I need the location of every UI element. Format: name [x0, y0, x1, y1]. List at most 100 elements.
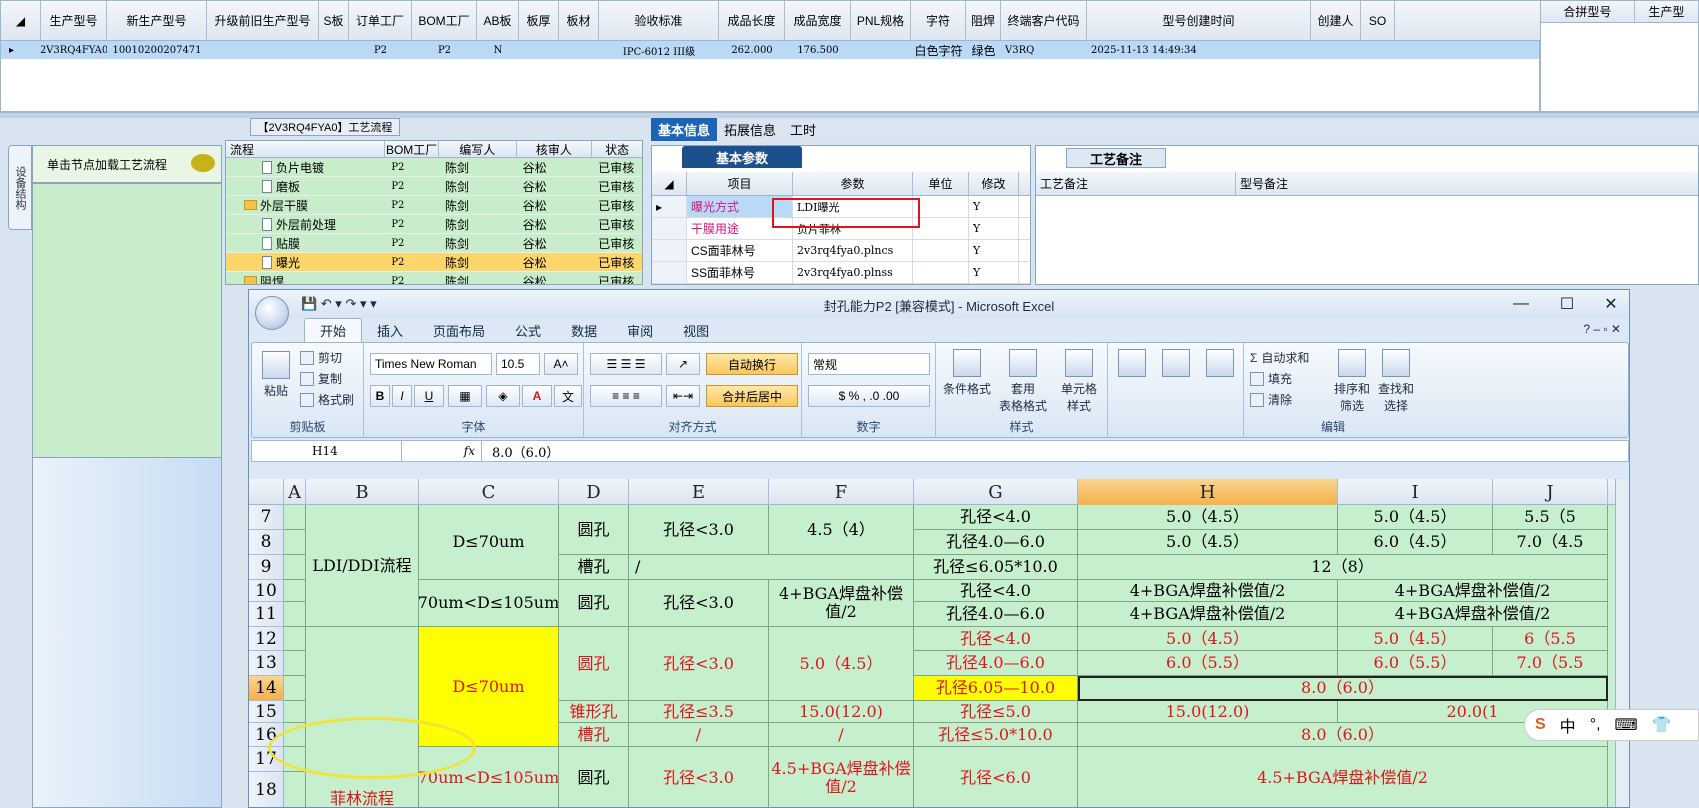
keyboard-icon[interactable]: ⌨: [1615, 715, 1638, 735]
load-flow-hint[interactable]: 单击节点加载工艺流程: [32, 145, 222, 183]
param-unit[interactable]: [913, 262, 969, 283]
formula-input[interactable]: 8.0（6.0）: [482, 442, 559, 461]
param-item[interactable]: SS面菲林号: [687, 262, 793, 283]
sheet-cell[interactable]: [284, 530, 306, 555]
sheet-cell[interactable]: 孔径<6.0: [914, 747, 1078, 807]
cell[interactable]: [207, 41, 319, 59]
help-icon[interactable]: ? – ▫ ✕: [1583, 322, 1621, 336]
cell[interactable]: P2: [349, 41, 412, 59]
cell[interactable]: 白色字符: [911, 41, 966, 59]
clear-button[interactable]: 清除: [1250, 391, 1292, 408]
sort-filter-button[interactable]: 排序和 筛选: [1332, 349, 1372, 414]
cell[interactable]: N: [477, 41, 519, 59]
sheet-cell[interactable]: 5.5（5: [1493, 505, 1608, 530]
tab-work-hours[interactable]: 工时: [783, 118, 823, 141]
fill-color-button[interactable]: ◈: [486, 385, 520, 407]
col-header[interactable]: 成品长度: [719, 1, 785, 40]
fill-button[interactable]: 填充: [1250, 370, 1292, 387]
model-grid-row[interactable]: ▸ 2V3RQ4FYA0 10010200207471 P2 P2 N IPC-…: [1, 41, 1539, 59]
cell[interactable]: [851, 41, 911, 59]
param-value[interactable]: 2v3rq4fya0.plncs: [793, 240, 913, 261]
sheet-cell[interactable]: 槽孔: [559, 723, 629, 747]
wrap-text-button[interactable]: 自动换行: [706, 353, 798, 375]
param-edit[interactable]: Y: [969, 240, 1019, 261]
row-header[interactable]: 8: [249, 530, 284, 555]
column-header-h[interactable]: H: [1078, 479, 1338, 505]
cell-styles-button[interactable]: 单元格 样式: [1052, 349, 1106, 414]
ime-punct-toggle[interactable]: °,: [1590, 716, 1601, 734]
column-header-a[interactable]: A: [284, 479, 306, 505]
cell[interactable]: 绿色: [966, 41, 1001, 59]
sheet-cell[interactable]: 槽孔: [559, 555, 629, 580]
tab-basic-info[interactable]: 基本信息: [651, 118, 718, 141]
col-header[interactable]: BOM工厂: [412, 1, 477, 40]
ribbon-tab-formulas[interactable]: 公式: [500, 318, 556, 342]
sheet-cell[interactable]: 12（8）: [1078, 555, 1608, 580]
column-header-f[interactable]: F: [769, 479, 914, 505]
sheet-cell[interactable]: 孔径<3.0: [629, 580, 769, 627]
cell[interactable]: IPC-6012 III级: [599, 41, 719, 59]
sheet-cell[interactable]: 4+BGA焊盘补偿值/2: [1338, 580, 1608, 602]
column-header-i[interactable]: I: [1338, 479, 1493, 505]
find-select-button[interactable]: 查找和 选择: [1376, 349, 1416, 414]
param-edit[interactable]: Y: [969, 196, 1019, 217]
sheet-cell[interactable]: 孔径≤3.5: [629, 701, 769, 723]
indent-buttons[interactable]: ⇤⇥: [666, 385, 700, 407]
minimize-icon[interactable]: —: [1507, 293, 1535, 315]
sheet-cell[interactable]: 孔径6.05—10.0: [914, 676, 1078, 701]
sheet-cell[interactable]: 孔径<4.0: [914, 505, 1078, 530]
sheet-cell[interactable]: [284, 555, 306, 580]
sheet-cell[interactable]: 孔径<3.0: [629, 747, 769, 807]
sheet-cell[interactable]: [284, 505, 306, 530]
sheet-cell[interactable]: 圆孔: [559, 505, 629, 555]
ribbon-tab-review[interactable]: 审阅: [612, 318, 668, 342]
param-item[interactable]: CS面菲林号: [687, 240, 793, 261]
sheet-cell[interactable]: 孔径4.0—6.0: [914, 602, 1078, 627]
name-box[interactable]: H14: [252, 441, 402, 461]
row-header[interactable]: 15: [249, 701, 284, 723]
column-header-g[interactable]: G: [914, 479, 1078, 505]
col-header[interactable]: 字符: [911, 1, 966, 40]
sheet-cell[interactable]: 6（5.5: [1493, 627, 1608, 651]
number-format-buttons[interactable]: $ % , .0 .00: [808, 385, 930, 407]
cell[interactable]: 2V3RQ4FYA0: [41, 41, 107, 59]
flow-row[interactable]: 磨板 P2 陈剑 谷松 已审核: [226, 177, 642, 196]
basic-params-title[interactable]: 基本参数: [682, 146, 802, 168]
sheet-cell[interactable]: 5.0（4.5）: [1078, 530, 1338, 555]
col-header[interactable]: 合拼型号: [1541, 1, 1635, 22]
flow-row[interactable]: 阻焊 P2 陈剑 谷松 已审核: [226, 272, 642, 284]
flow-row[interactable]: 外层前处理 P2 陈剑 谷松 已审核: [226, 215, 642, 234]
autosum-button[interactable]: Σ 自动求和: [1250, 349, 1309, 366]
font-grow-button[interactable]: A˄: [544, 353, 578, 375]
column-header-b[interactable]: B: [306, 479, 419, 505]
horizontal-align-buttons[interactable]: ≡ ≡ ≡: [590, 385, 662, 407]
sheet-cell[interactable]: /: [629, 723, 769, 747]
param-row[interactable]: CS面菲林号 2v3rq4fya0.plncs Y: [652, 240, 1030, 262]
grid-corner[interactable]: ◢: [652, 172, 687, 195]
cell[interactable]: [1361, 41, 1395, 59]
col-header[interactable]: 核审人: [517, 141, 593, 157]
cell[interactable]: 2025-11-13 14:49:34: [1087, 41, 1311, 59]
conditional-format-button[interactable]: 条件格式: [940, 349, 994, 397]
cell[interactable]: 10010200207471: [107, 41, 207, 59]
param-row[interactable]: SS面菲林号 2v3rq4fya0.plnss Y: [652, 262, 1030, 284]
cell[interactable]: [519, 41, 559, 59]
sheet-cell[interactable]: 孔径≤6.05*10.0: [914, 555, 1078, 580]
sheet-cell[interactable]: 4.5+BGA焊盘补偿值/2: [1078, 747, 1608, 807]
param-edit[interactable]: Y: [969, 218, 1019, 239]
col-header[interactable]: 生产型: [1635, 1, 1698, 22]
sheet-cell[interactable]: 孔径<3.0: [629, 627, 769, 701]
col-header[interactable]: 订单工厂: [349, 1, 412, 40]
flow-row[interactable]: 贴膜 P2 陈剑 谷松 已审核: [226, 234, 642, 253]
sheet-cell[interactable]: 6.0（5.5）: [1338, 651, 1493, 676]
sidebar-vertical-tab[interactable]: 设备结构: [8, 145, 32, 230]
ribbon-tab-insert[interactable]: 插入: [362, 318, 418, 342]
cell[interactable]: 262.000: [719, 41, 785, 59]
sheet-cell[interactable]: 15.0(12.0): [1078, 701, 1338, 723]
cell[interactable]: V3RQ: [1001, 41, 1087, 59]
col-header[interactable]: 生产型号: [41, 1, 107, 40]
fx-icon[interactable]: fx: [402, 441, 482, 461]
flow-row[interactable]: 负片电镀 P2 陈剑 谷松 已审核: [226, 158, 642, 177]
sheet-cell[interactable]: 4.5+BGA焊盘补偿值/2: [769, 747, 914, 807]
font-name-select[interactable]: Times New Roman: [370, 353, 492, 375]
